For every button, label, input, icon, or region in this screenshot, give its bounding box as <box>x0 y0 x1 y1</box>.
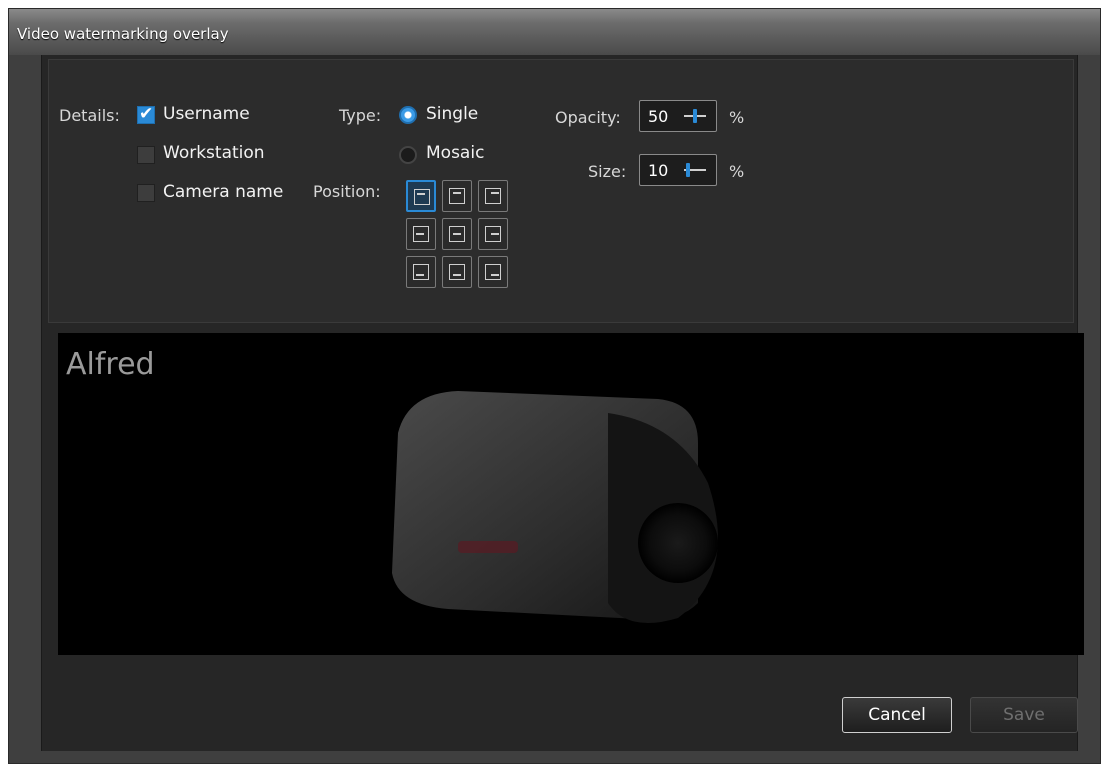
position-middle-center-button[interactable] <box>442 218 472 250</box>
mosaic-radio-button[interactable] <box>399 146 417 164</box>
opacity-slider-input[interactable]: 50 <box>639 100 717 132</box>
details-label: Details: <box>59 106 120 125</box>
align-bottom-left-icon <box>413 264 429 280</box>
username-checkbox-box[interactable]: ✔ <box>137 104 155 124</box>
save-button[interactable]: Save <box>970 697 1078 733</box>
align-middle-right-icon <box>485 226 501 242</box>
watermark-preview-text: Alfred <box>66 347 155 382</box>
size-slider-input[interactable]: 10 <box>639 154 717 186</box>
video-preview: Alfred <box>58 333 1084 655</box>
position-bottom-center-button[interactable] <box>442 256 472 288</box>
position-top-right-button[interactable] <box>478 180 508 212</box>
dialog-body: Details: ✔ Username Workstation Camera n… <box>41 55 1084 751</box>
opacity-unit: % <box>729 108 745 127</box>
mosaic-label[interactable]: Mosaic <box>426 143 484 163</box>
position-middle-right-button[interactable] <box>478 218 508 250</box>
type-label: Type: <box>339 106 382 125</box>
position-bottom-right-button[interactable] <box>478 256 508 288</box>
position-grid <box>406 180 508 288</box>
align-top-center-icon <box>449 188 465 204</box>
align-top-right-icon <box>485 188 501 204</box>
align-middle-center-icon <box>449 226 465 242</box>
camera-name-label[interactable]: Camera name <box>163 182 283 202</box>
single-radio-button[interactable] <box>399 106 417 124</box>
camera-name-checkbox-box[interactable] <box>137 184 155 202</box>
position-top-left-button[interactable] <box>406 180 436 212</box>
position-top-center-button[interactable] <box>442 180 472 212</box>
position-middle-left-button[interactable] <box>406 218 436 250</box>
checkmark-icon: ✔ <box>139 104 154 124</box>
camera-illustration <box>392 391 718 623</box>
align-bottom-right-icon <box>485 264 501 280</box>
cancel-button[interactable]: Cancel <box>842 697 952 733</box>
align-top-left-icon <box>414 189 430 205</box>
opacity-slider-thumb[interactable] <box>693 109 697 123</box>
workstation-label[interactable]: Workstation <box>163 143 265 163</box>
size-value[interactable]: 10 <box>648 161 668 180</box>
size-slider-thumb[interactable] <box>686 163 690 177</box>
settings-panel: Details: ✔ Username Workstation Camera n… <box>48 59 1074 323</box>
position-label: Position: <box>313 182 381 201</box>
username-label[interactable]: Username <box>163 104 250 124</box>
workstation-checkbox-box[interactable] <box>137 146 155 164</box>
opacity-value[interactable]: 50 <box>648 107 668 126</box>
size-unit: % <box>729 162 745 181</box>
opacity-label: Opacity: <box>555 108 621 127</box>
align-bottom-center-icon <box>449 264 465 280</box>
position-bottom-left-button[interactable] <box>406 256 436 288</box>
size-label: Size: <box>588 162 627 181</box>
dialog-window: Video watermarking overlay Details: ✔ Us… <box>8 8 1101 764</box>
align-middle-left-icon <box>413 226 429 242</box>
title-bar[interactable]: Video watermarking overlay <box>9 9 1100 55</box>
single-label[interactable]: Single <box>426 104 478 124</box>
dialog-title: Video watermarking overlay <box>17 25 229 43</box>
